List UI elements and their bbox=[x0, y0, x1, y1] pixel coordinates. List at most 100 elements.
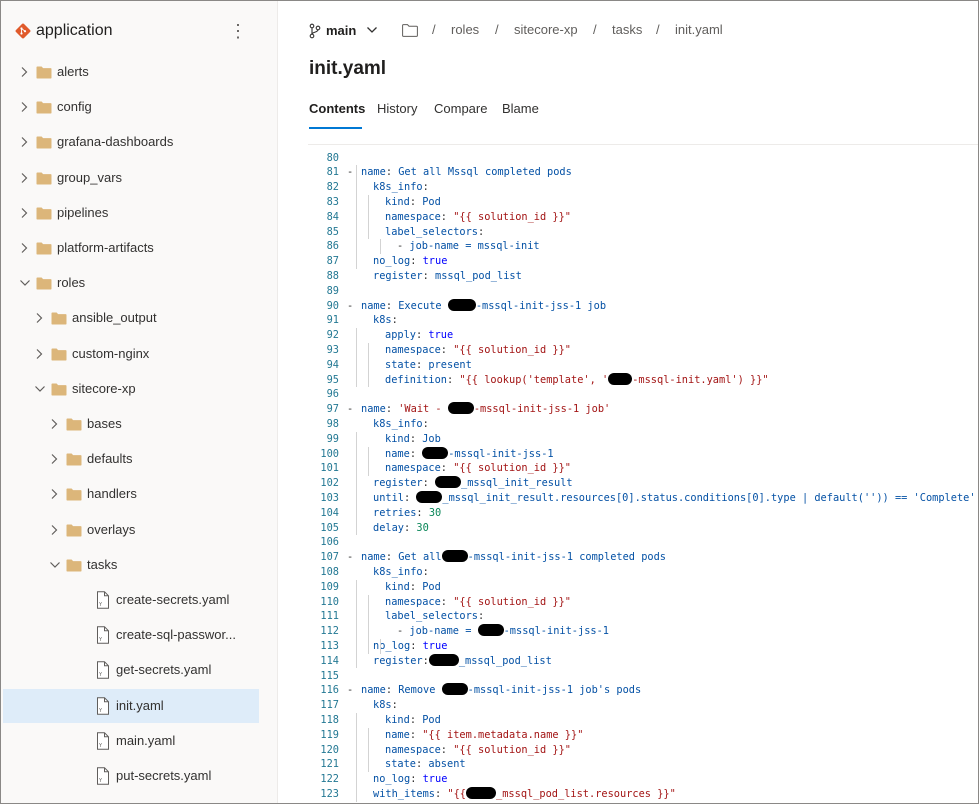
chevron-right-icon[interactable] bbox=[34, 311, 44, 325]
chevron-down-icon[interactable] bbox=[34, 382, 45, 396]
code-line: 85 label_selectors: bbox=[308, 225, 978, 240]
code-line: 121 state: absent bbox=[308, 757, 978, 772]
tree-folder[interactable]: platform-artifacts bbox=[3, 231, 259, 265]
code-line: 89 bbox=[308, 284, 978, 299]
chevron-right-icon[interactable] bbox=[19, 135, 29, 149]
repo-header: application ⋮ bbox=[1, 11, 277, 51]
tree-folder[interactable]: roles bbox=[3, 266, 259, 300]
code-line: 114 register: _mssql_pod_list bbox=[308, 653, 978, 669]
file-icon: Y bbox=[96, 626, 110, 644]
code-editor[interactable]: 80 81- name: Get all Mssql completed pods 8… bbox=[308, 144, 978, 803]
code-text: namespace: "{{ solution_id }}" bbox=[385, 210, 571, 223]
indent-guide bbox=[380, 638, 381, 654]
file-icon: Y bbox=[96, 696, 110, 715]
chevron-right-icon[interactable] bbox=[49, 452, 59, 466]
tree-folder[interactable]: config bbox=[3, 90, 259, 124]
redacted-block bbox=[447, 298, 476, 311]
more-vertical-icon[interactable]: ⋮ bbox=[229, 20, 247, 42]
fold-marker[interactable]: - bbox=[347, 402, 353, 417]
tree-folder[interactable]: custom-nginx bbox=[3, 337, 259, 371]
code-text: name: Remove -mssql-init-jss-1 job's pod… bbox=[361, 683, 642, 697]
tree-file[interactable]: Ycreate-secrets.yaml bbox=[3, 583, 259, 617]
code-text: definition: "{{ lookup('template', ' -mss… bbox=[385, 372, 769, 386]
breadcrumb-separator: / bbox=[593, 22, 597, 37]
code-text: register: mssql_pod_list bbox=[373, 269, 522, 282]
file-title: init.yaml bbox=[309, 58, 387, 79]
tree-folder[interactable]: alerts bbox=[3, 55, 259, 89]
tab-compare[interactable]: Compare bbox=[434, 101, 487, 116]
line-number: 118 bbox=[320, 713, 339, 726]
tree-item-label: alerts bbox=[57, 64, 89, 79]
fold-marker[interactable]: - bbox=[347, 550, 353, 565]
chevron-right-icon[interactable] bbox=[19, 206, 29, 220]
svg-text:Y: Y bbox=[99, 778, 102, 784]
tab-contents[interactable]: Contents bbox=[309, 101, 365, 116]
tree-folder[interactable]: tasks bbox=[3, 548, 259, 582]
chevron-right-icon[interactable] bbox=[19, 241, 29, 255]
code-text: namespace: "{{ solution_id }}" bbox=[385, 343, 571, 356]
line-number: 86 bbox=[326, 240, 339, 253]
tree-folder[interactable]: defaults bbox=[3, 442, 259, 476]
tree-file[interactable]: Yinit.yaml bbox=[3, 688, 259, 723]
svg-text:Y: Y bbox=[99, 602, 102, 608]
tab-history[interactable]: History bbox=[377, 101, 417, 116]
redacted-block bbox=[416, 490, 443, 503]
code-line: 90- name: Execute -mssql-init-jss-1 job bbox=[308, 298, 978, 314]
chevron-right-icon[interactable] bbox=[19, 65, 29, 79]
fold-marker[interactable]: - bbox=[347, 683, 353, 698]
redacted-block bbox=[608, 372, 633, 385]
chevron-right-icon[interactable] bbox=[34, 347, 44, 361]
tab-blame[interactable]: Blame bbox=[502, 101, 539, 116]
tree-item-label: create-secrets.yaml bbox=[116, 592, 230, 607]
tree-folder[interactable]: ansible_output bbox=[3, 301, 259, 335]
chevron-right-icon[interactable] bbox=[49, 487, 59, 501]
line-number: 111 bbox=[320, 610, 339, 623]
line-number: 82 bbox=[326, 181, 339, 194]
tree-folder[interactable]: overlays bbox=[3, 513, 259, 547]
code-text: name: Get all -mssql-init-jss-1 completed… bbox=[361, 550, 667, 564]
tree-file[interactable]: Yget-secrets.yaml bbox=[3, 653, 259, 687]
breadcrumb-sitecore-xp[interactable]: sitecore-xp bbox=[514, 22, 578, 37]
code-line: 123 with_items: "{{_mssql_pod_list.resour… bbox=[308, 786, 978, 802]
branch-icon bbox=[309, 23, 321, 39]
chevron-right-icon[interactable] bbox=[49, 523, 59, 537]
line-number: 87 bbox=[326, 255, 339, 268]
code-line: 118 kind: Pod bbox=[308, 713, 978, 728]
code-line: 115 bbox=[308, 669, 978, 684]
chevron-right-icon[interactable] bbox=[19, 171, 29, 185]
svg-text:Y: Y bbox=[99, 708, 102, 714]
breadcrumb-tasks[interactable]: tasks bbox=[612, 22, 642, 37]
chevron-down-icon[interactable] bbox=[19, 276, 30, 290]
code-text: label_selectors: bbox=[385, 225, 485, 238]
chevron-right-icon[interactable] bbox=[19, 100, 29, 114]
tree-file[interactable]: Ycreate-sql-passwor... bbox=[3, 618, 259, 652]
folder-icon bbox=[66, 488, 82, 501]
fold-marker[interactable]: - bbox=[347, 165, 353, 180]
code-line: 119 name: "{{ item.metadata.name }}" bbox=[308, 728, 978, 743]
code-text: name: Get all Mssql completed pods bbox=[361, 166, 572, 179]
tree-item-label: group_vars bbox=[57, 169, 123, 185]
breadcrumb-file[interactable]: init.yaml bbox=[675, 22, 723, 37]
chevron-down-icon[interactable] bbox=[49, 558, 60, 572]
tree-folder[interactable]: sitecore-xp bbox=[3, 372, 259, 406]
code-text: k8s_info: bbox=[373, 565, 429, 578]
tree-file[interactable]: Yput-secrets.yaml bbox=[3, 759, 259, 793]
svg-text:Y: Y bbox=[99, 637, 102, 643]
tree-folder[interactable]: group_vars bbox=[3, 161, 259, 195]
breadcrumb-roles[interactable]: roles bbox=[451, 22, 479, 37]
chevron-right-icon[interactable] bbox=[49, 417, 59, 431]
tree-folder[interactable]: grafana-dashboards bbox=[3, 125, 259, 159]
line-number: 95 bbox=[326, 373, 339, 386]
tree-folder[interactable]: bases bbox=[3, 407, 259, 441]
line-number: 104 bbox=[320, 506, 339, 519]
tree-folder[interactable]: pipelines bbox=[3, 196, 259, 230]
file-explorer-sidebar: application ⋮ alerts config grafana-dashbo… bbox=[1, 1, 278, 803]
tree-folder[interactable]: handlers bbox=[3, 477, 259, 511]
fold-marker[interactable]: - bbox=[347, 299, 353, 314]
tree-file[interactable]: Ymain.yaml bbox=[3, 724, 259, 758]
folder-icon[interactable] bbox=[402, 24, 418, 37]
line-number: 122 bbox=[320, 773, 339, 786]
folder-icon bbox=[36, 136, 52, 149]
code-text: name: -mssql-init-jss-1 bbox=[385, 446, 554, 460]
code-text: label_selectors: bbox=[385, 610, 485, 623]
